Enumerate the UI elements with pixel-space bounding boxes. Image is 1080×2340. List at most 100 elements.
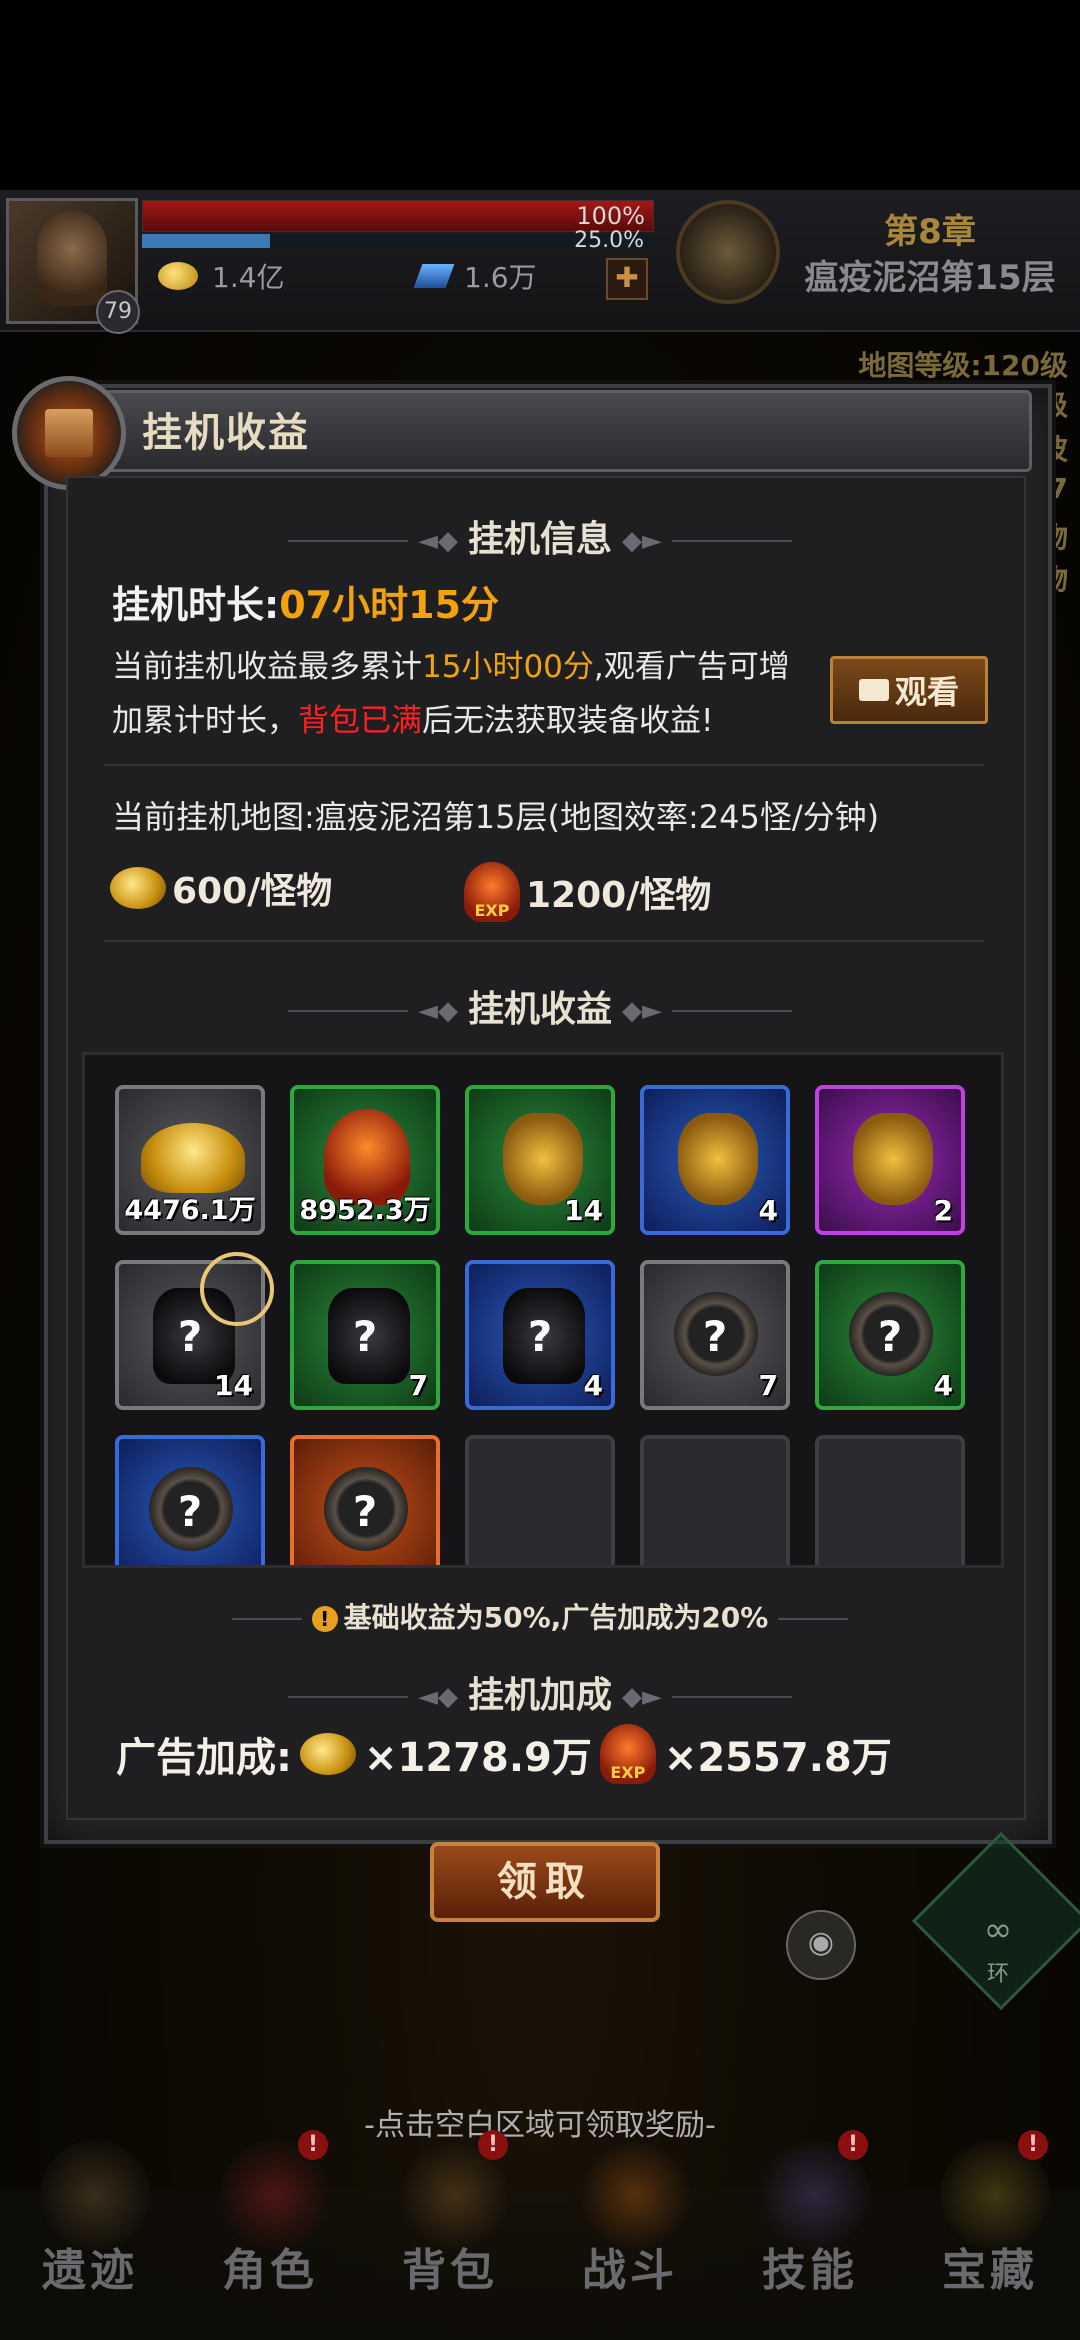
hp-percent: 100% (576, 202, 645, 230)
idle-time-label: 挂机时长: (112, 583, 280, 627)
idle-time: 挂机时长:07小时15分 (112, 574, 499, 629)
unknown-item-icon: ? (877, 1312, 903, 1361)
section-header-info: ◄◆ 挂机信息 ◆► (0, 510, 1080, 562)
gold-coins-icon (300, 1733, 356, 1775)
camera-icon[interactable]: ◉ (786, 1910, 856, 1980)
reward-slot (465, 1435, 615, 1565)
reward-slot[interactable]: 14 (465, 1085, 615, 1235)
reward-slot[interactable]: ? 7 (640, 1260, 790, 1410)
player-level-badge: 79 (96, 290, 140, 334)
reward-slot[interactable]: ? (290, 1435, 440, 1565)
add-resource-button[interactable]: ✚ (606, 258, 648, 300)
gold-counter: 1.4亿 (158, 256, 285, 296)
gold-item-icon (141, 1123, 245, 1193)
warning-icon: ! (311, 1606, 338, 1632)
nav-tab-label: 宝藏 (942, 2245, 1038, 2296)
reward-slot[interactable]: 4476.1万 (115, 1085, 265, 1235)
bag-item-icon (678, 1113, 758, 1205)
infinity-icon: ∞ (983, 1910, 1013, 1950)
nav-tab-label: 角色 (222, 2245, 318, 2296)
gem-amount: 1.6万 (464, 261, 537, 294)
desc-text: 后无法获取装备收益! (422, 703, 714, 739)
gold-coins-icon (110, 867, 166, 909)
nav-tab-5[interactable]: ! 宝藏 (900, 2130, 1080, 2340)
exp-tag: EXP (610, 1763, 646, 1782)
exp-rate: EXP 1200/怪物 (464, 862, 711, 922)
reward-slot (815, 1435, 965, 1565)
notification-badge: ! (298, 2130, 328, 2160)
bag-full-warning: 背包已满 (298, 703, 422, 739)
exp-icon: EXP (464, 862, 520, 922)
section-header-bonus: ◄◆ 挂机加成 ◆► (0, 1666, 1080, 1718)
nav-tab-4[interactable]: ! 技能 (720, 2130, 900, 2340)
income-notice: ! 基础收益为50%,广告加成为20% (0, 1596, 1080, 1636)
max-duration: 15小时00分 (422, 649, 594, 685)
section-title: 挂机信息 (467, 519, 612, 560)
exp-rate-value: 1200/怪物 (526, 875, 712, 916)
claim-button[interactable]: 领取 (430, 1842, 660, 1922)
reward-count: 7 (408, 1369, 428, 1402)
map-level-label: 地图等级:120级 (858, 349, 1068, 382)
reward-slot[interactable]: 8952.3万 (290, 1085, 440, 1235)
status-bar-area (0, 0, 1080, 190)
notification-badge: ! (478, 2130, 508, 2160)
current-map-info: 当前挂机地图:瘟疫泥沼第15层(地图效率:245怪/分钟) (112, 798, 880, 836)
nav-tab-3[interactable]: 战斗 (540, 2130, 720, 2340)
notification-badge: ! (1018, 2130, 1048, 2160)
book-icon (12, 376, 126, 490)
nav-tab-label: 技能 (762, 2245, 858, 2296)
watch-ad-button[interactable]: 观看 (830, 656, 988, 724)
reward-count: 14 (214, 1369, 253, 1402)
reward-slot[interactable]: ? 4 (815, 1260, 965, 1410)
avatar (37, 211, 107, 306)
stage-label: 瘟疫泥沼第15层 (804, 258, 1056, 298)
gem-counter: 1.6万 (413, 256, 537, 296)
reward-slot[interactable]: ? 7 (290, 1260, 440, 1410)
reward-count: 4476.1万 (124, 1195, 256, 1226)
divider (104, 940, 984, 942)
gold-icon (158, 262, 198, 290)
section-header-rewards: ◄◆ 挂机收益 ◆► (0, 980, 1080, 1032)
map-orb-icon[interactable] (676, 200, 780, 304)
reward-slot[interactable]: 4 (640, 1085, 790, 1235)
ad-bonus-row: 广告加成: ×1278.9万 EXP ×2557.8万 (116, 1724, 892, 1784)
section-title: 挂机收益 (467, 989, 612, 1030)
nav-tab-2[interactable]: ! 背包 (360, 2130, 540, 2340)
reward-slot[interactable]: ? 4 (465, 1260, 615, 1410)
nav-tab-label: 遗迹 (42, 2245, 138, 2296)
unknown-item-icon: ? (352, 1487, 378, 1536)
exp-icon: EXP (599, 1724, 656, 1784)
gem-icon (413, 264, 455, 288)
desc-text: 当前挂机收益最多累计 (112, 649, 422, 685)
chapter-label: 第8章 (884, 212, 976, 252)
notice-text: 基础收益为50%,广告加成为20% (343, 1601, 769, 1634)
reward-count: 14 (564, 1194, 603, 1227)
xp-bar-fill (142, 234, 270, 248)
reward-slot (640, 1435, 790, 1565)
reward-count: 4 (583, 1369, 603, 1402)
divider (104, 764, 984, 766)
ad-bonus-exp: ×2557.8万 (663, 1735, 892, 1781)
dialog-title: 挂机收益 (142, 410, 310, 456)
watch-ad-label: 观看 (894, 673, 959, 711)
reward-slot[interactable]: 2 (815, 1085, 965, 1235)
reward-slot[interactable]: ? (115, 1435, 265, 1565)
reward-count: 7 (758, 1369, 778, 1402)
gold-rate-value: 600/怪物 (172, 871, 333, 912)
video-camera-icon (858, 679, 889, 701)
bag-item-icon (503, 1113, 583, 1205)
exp-tag: EXP (474, 901, 510, 920)
bag-item-icon (853, 1113, 933, 1205)
nav-tab-0[interactable]: 遗迹 (0, 2130, 180, 2340)
reward-count: 4 (758, 1194, 778, 1227)
reward-count: 8952.3万 (299, 1195, 431, 1226)
unknown-item-icon: ? (352, 1312, 378, 1361)
ad-bonus-label: 广告加成: (116, 1735, 292, 1781)
nav-tab-label: 战斗 (582, 2245, 678, 2296)
nav-tab-1[interactable]: ! 角色 (180, 2130, 360, 2340)
idle-description: 当前挂机收益最多累计15小时00分,观看广告可增加累计时长，背包已满后无法获取装… (112, 640, 812, 748)
xp-bar: 25.0% (142, 228, 652, 253)
xp-percent: 25.0% (574, 228, 644, 253)
ad-bonus-gold: ×1278.9万 (364, 1735, 592, 1781)
section-title: 挂机加成 (467, 1675, 612, 1716)
